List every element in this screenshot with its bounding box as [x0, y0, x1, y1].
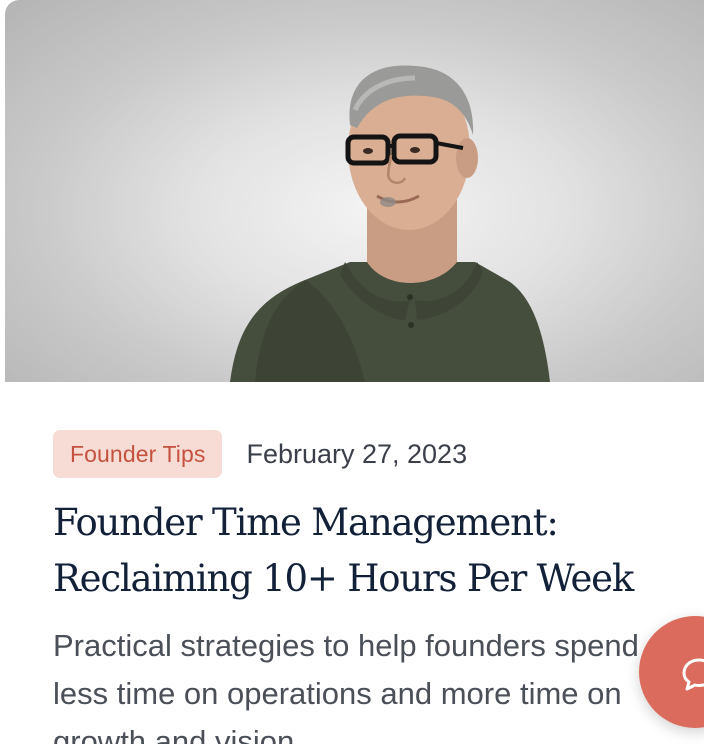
portrait-illustration — [230, 65, 550, 382]
post-hero-image[interactable] — [5, 0, 704, 382]
category-badge[interactable]: Founder Tips — [53, 430, 223, 478]
post-excerpt: Practical strategies to help founders sp… — [53, 628, 639, 744]
post-date: February 27, 2023 — [246, 438, 468, 469]
post-title[interactable]: Founder Time Management: Reclaiming 10+ … — [53, 495, 693, 607]
post-meta: Founder Tips February 27, 2023 — [53, 430, 467, 478]
blog-post-page: Founder Tips February 27, 2023 Founder T… — [0, 0, 704, 744]
blog-post-card[interactable]: Founder Tips February 27, 2023 Founder T… — [5, 0, 704, 744]
chat-bubble-icon — [682, 658, 704, 691]
